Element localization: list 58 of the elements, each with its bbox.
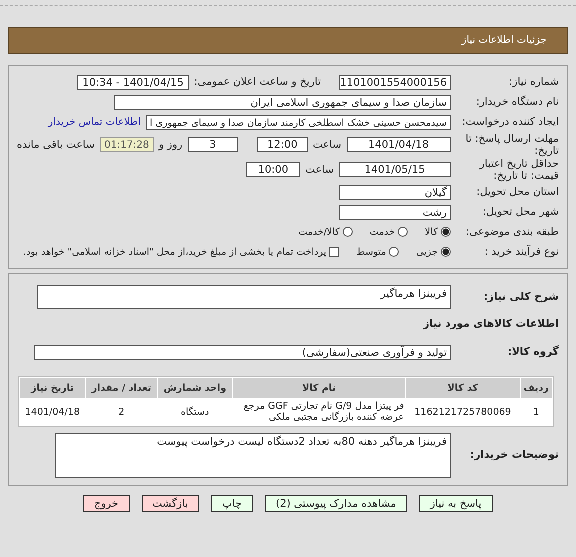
field-label: ساعت (305, 164, 334, 176)
column-header: نام کالا (233, 378, 406, 398)
page-title: جزئیات اطلاعات نیاز (462, 35, 547, 46)
column-header: تاریخ نیاز (20, 378, 86, 398)
text-field[interactable]: 1401/04/15 - 10:34 (77, 74, 190, 90)
column-header: کد کالا (406, 378, 520, 398)
text-field[interactable]: 12:00 (257, 137, 308, 152)
section-title: اطلاعات کالاهای مورد نیاز (423, 318, 559, 330)
option-label: متوسط (356, 246, 386, 258)
field-label: شهر محل تحویل: (482, 206, 559, 218)
text-field[interactable]: 1101001554000156 (339, 74, 451, 90)
column-header: تعداد / مقدار (86, 378, 157, 398)
text-area[interactable]: فریبنزا هرماگیر (37, 285, 451, 309)
option-label: جزیی (416, 246, 438, 258)
contact-link[interactable]: اطلاعات تماس خریدار (48, 116, 141, 128)
text-field[interactable]: 1401/05/15 (339, 162, 451, 177)
radio-button[interactable] (398, 227, 408, 237)
option-label: خدمت (370, 226, 396, 238)
text-field[interactable]: رشت (339, 204, 451, 220)
text-field[interactable]: تولید و فرآوری صنعتی(سفارشی) (34, 344, 451, 360)
action-button[interactable]: خروج (83, 495, 130, 512)
radio-button[interactable] (342, 227, 353, 237)
field-label: نام دستگاه خریدار: (475, 96, 559, 108)
option-label: پرداخت تمام یا بخشی از مبلغ خرید،از محل "اسناد خزانه اسلامی" خواهد بود. (24, 246, 326, 258)
action-button[interactable]: چاپ (211, 495, 253, 512)
radio-button[interactable] (441, 227, 451, 237)
field-label: ساعت باقی مانده (16, 138, 95, 150)
text-field[interactable]: 3 (188, 137, 238, 152)
text-field[interactable]: 10:00 (246, 162, 300, 177)
field-label: شرح کلی نیاز: (482, 291, 559, 303)
radio-button[interactable] (389, 247, 400, 257)
countdown-field: 01:17:28 (100, 137, 154, 152)
text-field[interactable]: سازمان صدا و سیمای جمهوری اسلامی ایران (114, 94, 451, 110)
text-area[interactable]: فریبنزا هرماگیر دهنه 80به تعداد 2دستگاه لیست درخواست پیوست (55, 432, 451, 478)
radio-button[interactable] (441, 247, 451, 257)
column-header: واحد شمارش (158, 378, 232, 398)
field-label: حداقل تاریخ اعتبار قیمت: تا تاریخ: (478, 158, 559, 182)
field-label: روز و (158, 138, 183, 150)
field-label: ساعت (312, 138, 342, 150)
field-label: استان محل تحویل: (476, 186, 559, 198)
action-button[interactable]: مشاهده مدارک پیوستی (2) (264, 495, 408, 512)
column-header: ردیف (520, 378, 552, 398)
field-label: تاریخ و ساعت اعلان عمومی: (194, 76, 321, 88)
text-field[interactable]: گیلان (339, 184, 451, 200)
field-label: گروه کالا: (506, 346, 559, 358)
text-field[interactable]: سیدمحسن حسینی خشک اسطلخی کارمند سازمان صدا و سیمای جمهوری ا (146, 114, 451, 130)
option-label: کالا (425, 226, 438, 238)
option-label: کالا/خدمت (298, 226, 340, 238)
action-button[interactable]: بازگشت (142, 495, 200, 512)
field-label: ایجاد کننده درخواست: (461, 116, 559, 128)
field-label: شماره نیاز: (508, 76, 559, 88)
field-label: طبقه بندی موضوعی: (465, 226, 559, 238)
checkbox[interactable] (329, 247, 340, 257)
field-label: مهلت ارسال پاسخ: تا تاریخ: (464, 132, 559, 156)
field-label: نوع فرآیند خرید : (484, 246, 559, 258)
action-button[interactable]: پاسخ به نیاز (419, 495, 493, 512)
text-field[interactable]: 1401/04/18 (346, 137, 451, 152)
field-label: توضیحات خریدار: (469, 449, 559, 461)
